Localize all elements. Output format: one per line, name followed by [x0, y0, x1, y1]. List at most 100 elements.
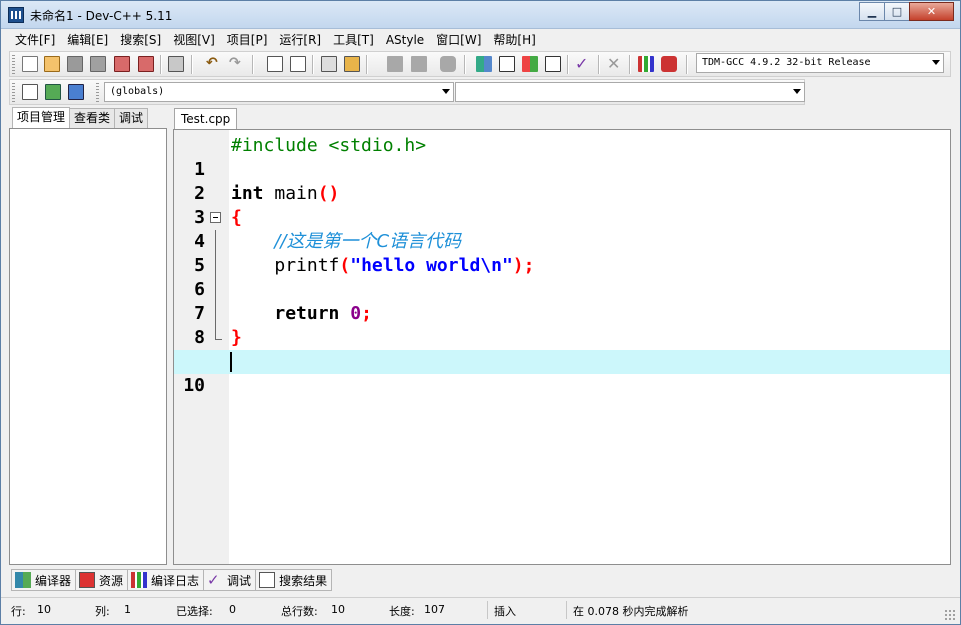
- symbol-select[interactable]: [455, 82, 805, 102]
- status-divider: [566, 601, 567, 619]
- tab-debug-output[interactable]: ✓ 调试: [203, 569, 257, 591]
- menu-search[interactable]: 搜索[S]: [114, 30, 167, 50]
- toolbar-grip[interactable]: [96, 83, 99, 102]
- tab-compiler[interactable]: 编译器: [11, 569, 77, 591]
- fold-toggle-icon[interactable]: [210, 212, 221, 223]
- code-line[interactable]: 2: [174, 158, 950, 204]
- paren-close: );: [512, 255, 535, 276]
- left-panel-tabs: 项目管理 查看类 调试: [12, 107, 149, 128]
- toolbar-separator: [366, 55, 368, 74]
- toolbar-grip[interactable]: [12, 55, 15, 74]
- status-col-label: 列:: [95, 605, 110, 618]
- delete-profile-icon[interactable]: [661, 56, 677, 72]
- compiler-select[interactable]: TDM-GCC 4.9.2 32-bit Release: [696, 53, 944, 73]
- menu-file[interactable]: 文件[F]: [9, 30, 61, 50]
- find-icon[interactable]: [267, 56, 283, 72]
- current-code-line[interactable]: 10: [174, 350, 950, 396]
- menu-help[interactable]: 帮助[H]: [487, 30, 541, 50]
- insert-icon[interactable]: [22, 84, 38, 100]
- fold-guide: [215, 230, 216, 254]
- project-options-icon[interactable]: [440, 56, 456, 72]
- redo-icon[interactable]: ↷: [229, 56, 245, 72]
- status-row-value: 10: [37, 603, 51, 616]
- compile-log-icon: [131, 572, 148, 588]
- tab-search-results[interactable]: 搜索结果: [255, 569, 333, 591]
- tab-label: 调试: [227, 573, 252, 588]
- new-file-icon[interactable]: [22, 56, 38, 72]
- close-button[interactable]: ✕: [909, 2, 954, 21]
- code-line[interactable]: 6 printf("hello world\n");: [174, 254, 950, 300]
- rebuild-icon[interactable]: [545, 56, 561, 72]
- code-line[interactable]: 8 return 0;: [174, 302, 950, 348]
- project-panel[interactable]: [9, 128, 167, 565]
- resize-grip-icon[interactable]: [944, 609, 956, 621]
- open-project-icon[interactable]: [411, 56, 427, 72]
- keyword: int: [231, 183, 264, 204]
- menu-project[interactable]: 项目[P]: [221, 30, 274, 50]
- menu-window[interactable]: 窗口[W]: [430, 30, 487, 50]
- status-parse-message: 在 0.078 秒内完成解析: [573, 605, 689, 618]
- code-line[interactable]: 7: [174, 278, 950, 324]
- profile-icon[interactable]: [638, 56, 654, 72]
- code-line[interactable]: 5 //这是第一个C语言代码: [174, 230, 950, 276]
- tab-resources[interactable]: 资源: [75, 569, 129, 591]
- replace-icon[interactable]: [290, 56, 306, 72]
- fold-guide: [215, 254, 216, 278]
- bookmark-icon[interactable]: [68, 84, 84, 100]
- class-toolbar: (globals): [9, 79, 805, 105]
- title-bar: 未命名1 - Dev-C++ 5.11 ▁ □ ✕: [1, 1, 960, 29]
- include-directive: #include <stdio.h>: [231, 135, 427, 156]
- file-tab[interactable]: Test.cpp: [174, 108, 238, 129]
- undo-icon[interactable]: ↶: [206, 56, 222, 72]
- code-line[interactable]: 4 {: [174, 206, 950, 252]
- toolbar-separator: [191, 55, 193, 74]
- toolbar-separator: [312, 55, 314, 74]
- toolbar-grip[interactable]: [12, 83, 15, 102]
- run-icon[interactable]: [499, 56, 515, 72]
- status-selected-value: 0: [229, 603, 236, 616]
- stop-execution-icon[interactable]: ✕: [607, 56, 623, 72]
- save-icon[interactable]: [67, 56, 83, 72]
- window-controls: ▁ □ ✕: [859, 2, 954, 21]
- tab-compile-log[interactable]: 编译日志: [127, 569, 205, 591]
- tab-label: 资源: [99, 573, 124, 588]
- indent-icon[interactable]: [321, 56, 337, 72]
- code-line[interactable]: 3 int main(): [174, 182, 950, 228]
- print-icon[interactable]: [168, 56, 184, 72]
- toolbar-separator: [598, 55, 600, 74]
- parens: (): [317, 183, 340, 204]
- menu-view[interactable]: 视图[V]: [167, 30, 221, 50]
- code-line[interactable]: 9 }: [174, 326, 950, 372]
- close-all-icon[interactable]: [138, 56, 154, 72]
- close-file-icon[interactable]: [114, 56, 130, 72]
- code-line[interactable]: 1 #include <stdio.h>: [174, 134, 950, 180]
- identifier: main: [263, 183, 318, 204]
- menu-edit[interactable]: 编辑[E]: [61, 30, 114, 50]
- semicolon: ;: [361, 303, 372, 324]
- menu-astyle[interactable]: AStyle: [380, 30, 430, 50]
- menu-tools[interactable]: 工具[T]: [327, 30, 380, 50]
- unindent-icon[interactable]: [344, 56, 360, 72]
- tab-classes[interactable]: 查看类: [69, 108, 116, 128]
- tab-debug[interactable]: 调试: [114, 108, 149, 128]
- status-bar: 行: 10 列: 1 已选择: 0 总行数: 10 长度: 107 插入 在 0…: [1, 597, 960, 624]
- toolbar-separator: [629, 55, 631, 74]
- status-divider: [487, 601, 488, 619]
- open-file-icon[interactable]: [44, 56, 60, 72]
- maximize-button[interactable]: □: [884, 2, 910, 21]
- compile-icon[interactable]: [476, 56, 492, 72]
- save-all-icon[interactable]: [90, 56, 106, 72]
- toolbar-separator: [686, 55, 688, 74]
- tab-label: 编译日志: [151, 573, 200, 588]
- syntax-check-icon[interactable]: ✓: [575, 56, 591, 72]
- goto-icon[interactable]: [45, 84, 61, 100]
- tab-project[interactable]: 项目管理: [12, 107, 71, 128]
- scope-select[interactable]: (globals): [104, 82, 454, 102]
- menu-bar: 文件[F] 编辑[E] 搜索[S] 视图[V] 项目[P] 运行[R] 工具[T…: [9, 30, 542, 50]
- chevron-down-icon: [442, 89, 450, 94]
- compile-run-icon[interactable]: [522, 56, 538, 72]
- minimize-button[interactable]: ▁: [859, 2, 885, 21]
- new-project-icon[interactable]: [387, 56, 403, 72]
- code-editor[interactable]: 1 #include <stdio.h> 2 3 int main() 4 { …: [173, 129, 951, 565]
- menu-run[interactable]: 运行[R]: [273, 30, 327, 50]
